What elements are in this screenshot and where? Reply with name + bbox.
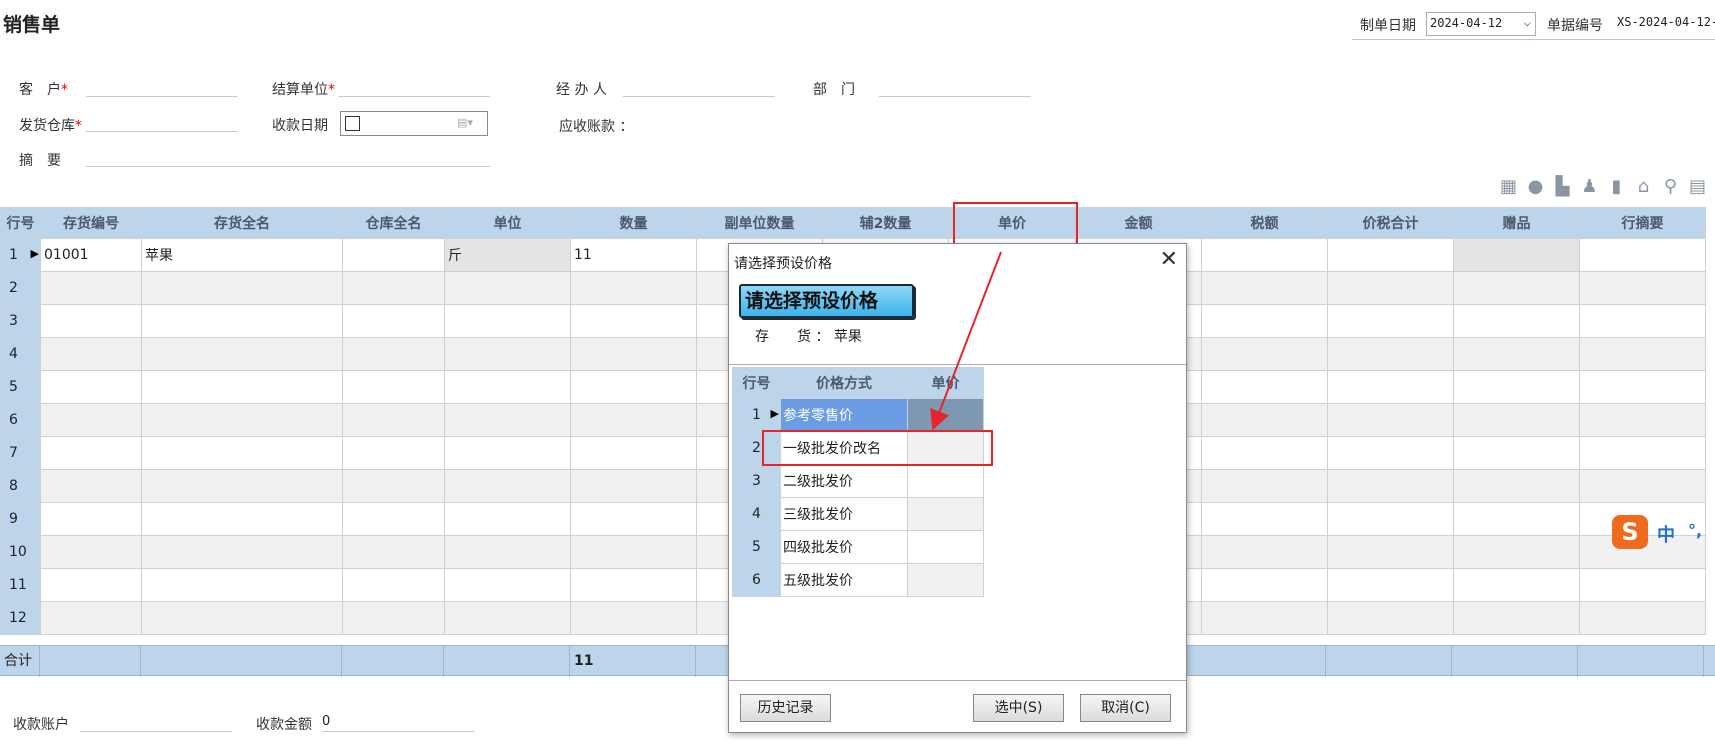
arrow-line: [930, 251, 1002, 431]
ime-punct: °,: [1688, 521, 1703, 540]
ime-mode: 中: [1657, 525, 1675, 546]
ime-indicator[interactable]: S 中 °,: [1612, 515, 1715, 549]
sogou-logo-icon: S: [1612, 515, 1648, 549]
annotation-arrow: [930, 251, 1002, 431]
